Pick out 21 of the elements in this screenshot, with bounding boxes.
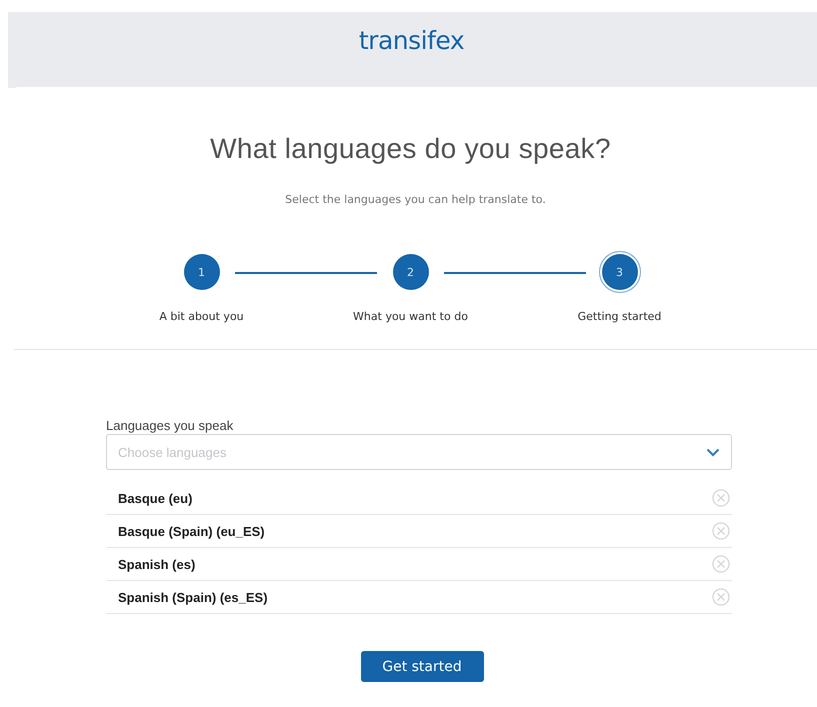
- field-label: Languages you speak: [106, 418, 234, 433]
- language-name: Spanish (Spain) (es_ES): [118, 590, 268, 604]
- remove-icon[interactable]: [712, 555, 730, 573]
- language-select[interactable]: Choose languages: [106, 434, 732, 470]
- get-started-button[interactable]: Get started: [360, 651, 484, 682]
- language-name: Basque (eu): [118, 490, 192, 506]
- language-name: Basque (Spain) (eu_ES): [118, 524, 265, 538]
- step-label: What you want to do: [353, 310, 468, 323]
- step-circle: 2: [392, 254, 428, 290]
- chevron-down-icon[interactable]: [706, 448, 720, 457]
- language-name: Spanish (es): [118, 556, 196, 572]
- step-label: Getting started: [578, 310, 662, 323]
- page-subtitle: Select the languages you can help translate to.: [284, 193, 547, 206]
- page-title: What languages do you speak?: [209, 133, 612, 165]
- remove-icon[interactable]: [712, 522, 730, 540]
- step-circle: 1: [184, 254, 220, 290]
- step-circle: 3: [602, 254, 638, 290]
- remove-icon[interactable]: [712, 588, 730, 606]
- logo[interactable]: transifex: [358, 26, 464, 55]
- remove-icon[interactable]: [712, 489, 730, 507]
- step-label: A bit about you: [159, 310, 244, 323]
